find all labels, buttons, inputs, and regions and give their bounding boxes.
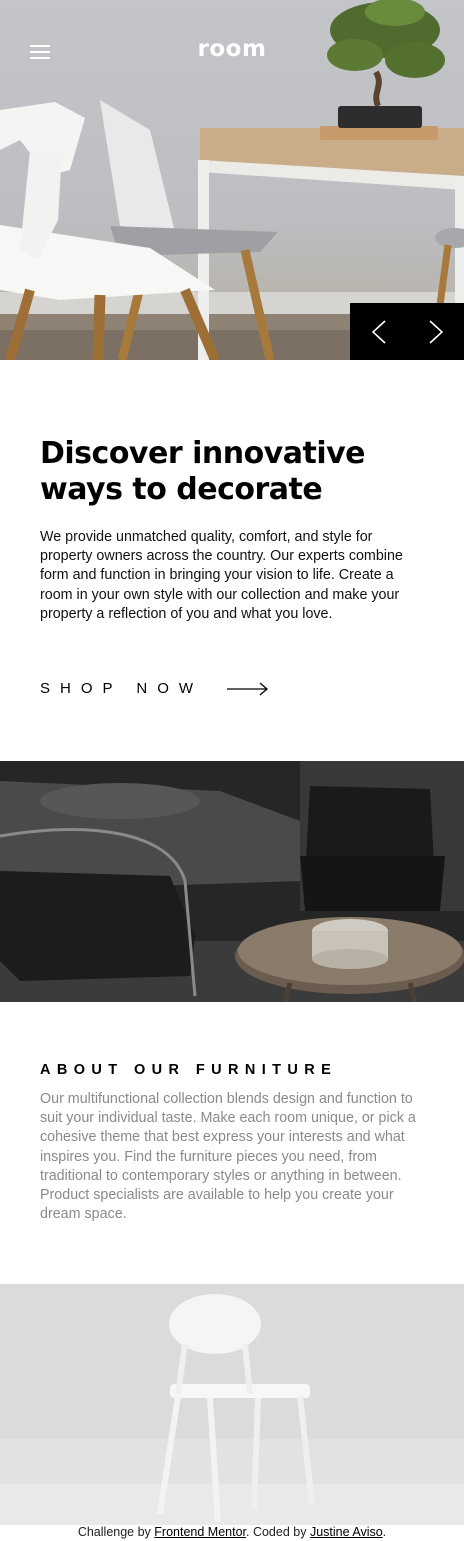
dark-furniture-image	[0, 761, 464, 1002]
intro-body: We provide unmatched quality, comfort, a…	[40, 529, 403, 622]
slider-prev-button[interactable]	[350, 303, 407, 360]
about-section: ABOUT OUR FURNITURE Our multifunctional …	[0, 1002, 464, 1284]
intro-title: Discover innovative ways to decorate	[40, 436, 366, 507]
about-image-light	[0, 1284, 464, 1525]
author-link[interactable]: Justine Aviso	[310, 1525, 383, 1539]
arrow-right-icon	[227, 682, 269, 695]
attribution: Challenge by Frontend Mentor. Coded by J…	[0, 1523, 464, 1541]
hero-section: room	[0, 0, 464, 360]
attribution-prefix: Challenge by	[77, 1525, 155, 1539]
light-chair-image	[0, 1284, 464, 1525]
about-body: Our multifunctional collection blends de…	[40, 1091, 416, 1223]
chevron-left-icon	[371, 319, 386, 344]
about-title: ABOUT OUR FURNITURE	[40, 1062, 338, 1078]
frontend-mentor-link[interactable]: Frontend Mentor	[154, 1525, 246, 1539]
slider-next-button[interactable]	[407, 303, 464, 360]
attribution-middle: . Coded by	[246, 1525, 310, 1539]
about-image-dark	[0, 761, 464, 1002]
shop-now-label: SHOP NOW	[40, 680, 204, 697]
shop-now-link[interactable]: SHOP NOW	[40, 680, 269, 697]
intro-section: Discover innovative ways to decorate We …	[0, 360, 464, 762]
chevron-right-icon	[428, 319, 443, 344]
attribution-suffix: .	[382, 1525, 387, 1539]
slider-controls	[350, 303, 464, 360]
brand-logo[interactable]: room	[0, 36, 464, 62]
